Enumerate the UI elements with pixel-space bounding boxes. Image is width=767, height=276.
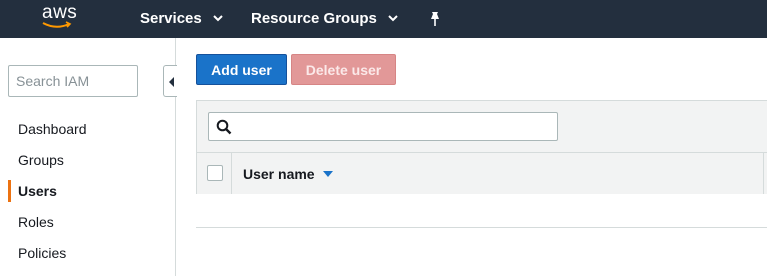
sidebar-item-users[interactable]: Users	[18, 183, 57, 199]
users-table: User name	[196, 100, 767, 194]
sidebar-item-policies[interactable]: Policies	[18, 245, 66, 261]
top-nav-bar: aws Services Resource Groups	[0, 0, 767, 38]
table-header-row: User name	[197, 152, 767, 194]
select-all-cell	[197, 153, 232, 194]
resource-groups-menu[interactable]: Resource Groups	[251, 10, 398, 27]
resource-groups-label: Resource Groups	[251, 10, 377, 27]
delete-user-button[interactable]: Delete user	[291, 54, 396, 85]
aws-smile-icon	[42, 21, 72, 28]
pin-icon[interactable]	[428, 11, 442, 27]
sidebar: Dashboard Groups Users Roles Policies	[0, 38, 177, 276]
content-divider	[196, 227, 767, 228]
sidebar-item-roles[interactable]: Roles	[18, 214, 54, 230]
column-header-user-name[interactable]: User name	[243, 166, 333, 182]
sort-descending-icon	[322, 171, 333, 177]
chevron-down-icon	[388, 15, 398, 22]
aws-logo[interactable]: aws	[42, 2, 86, 34]
sidebar-item-groups[interactable]: Groups	[18, 152, 64, 168]
services-label: Services	[140, 10, 202, 27]
chevron-down-icon	[213, 15, 223, 22]
select-all-checkbox[interactable]	[207, 165, 223, 181]
user-filter-input[interactable]	[208, 112, 558, 141]
add-user-button[interactable]: Add user	[196, 54, 287, 85]
column-header-label: User name	[243, 166, 315, 182]
collapse-sidebar-toggle[interactable]	[163, 65, 177, 97]
active-item-marker	[8, 180, 11, 202]
search-icon	[216, 119, 232, 135]
search-iam-input[interactable]	[8, 65, 138, 97]
column-divider	[763, 153, 764, 194]
sidebar-item-dashboard[interactable]: Dashboard	[18, 121, 87, 137]
services-menu[interactable]: Services	[140, 10, 223, 27]
chevron-left-icon	[169, 77, 174, 87]
